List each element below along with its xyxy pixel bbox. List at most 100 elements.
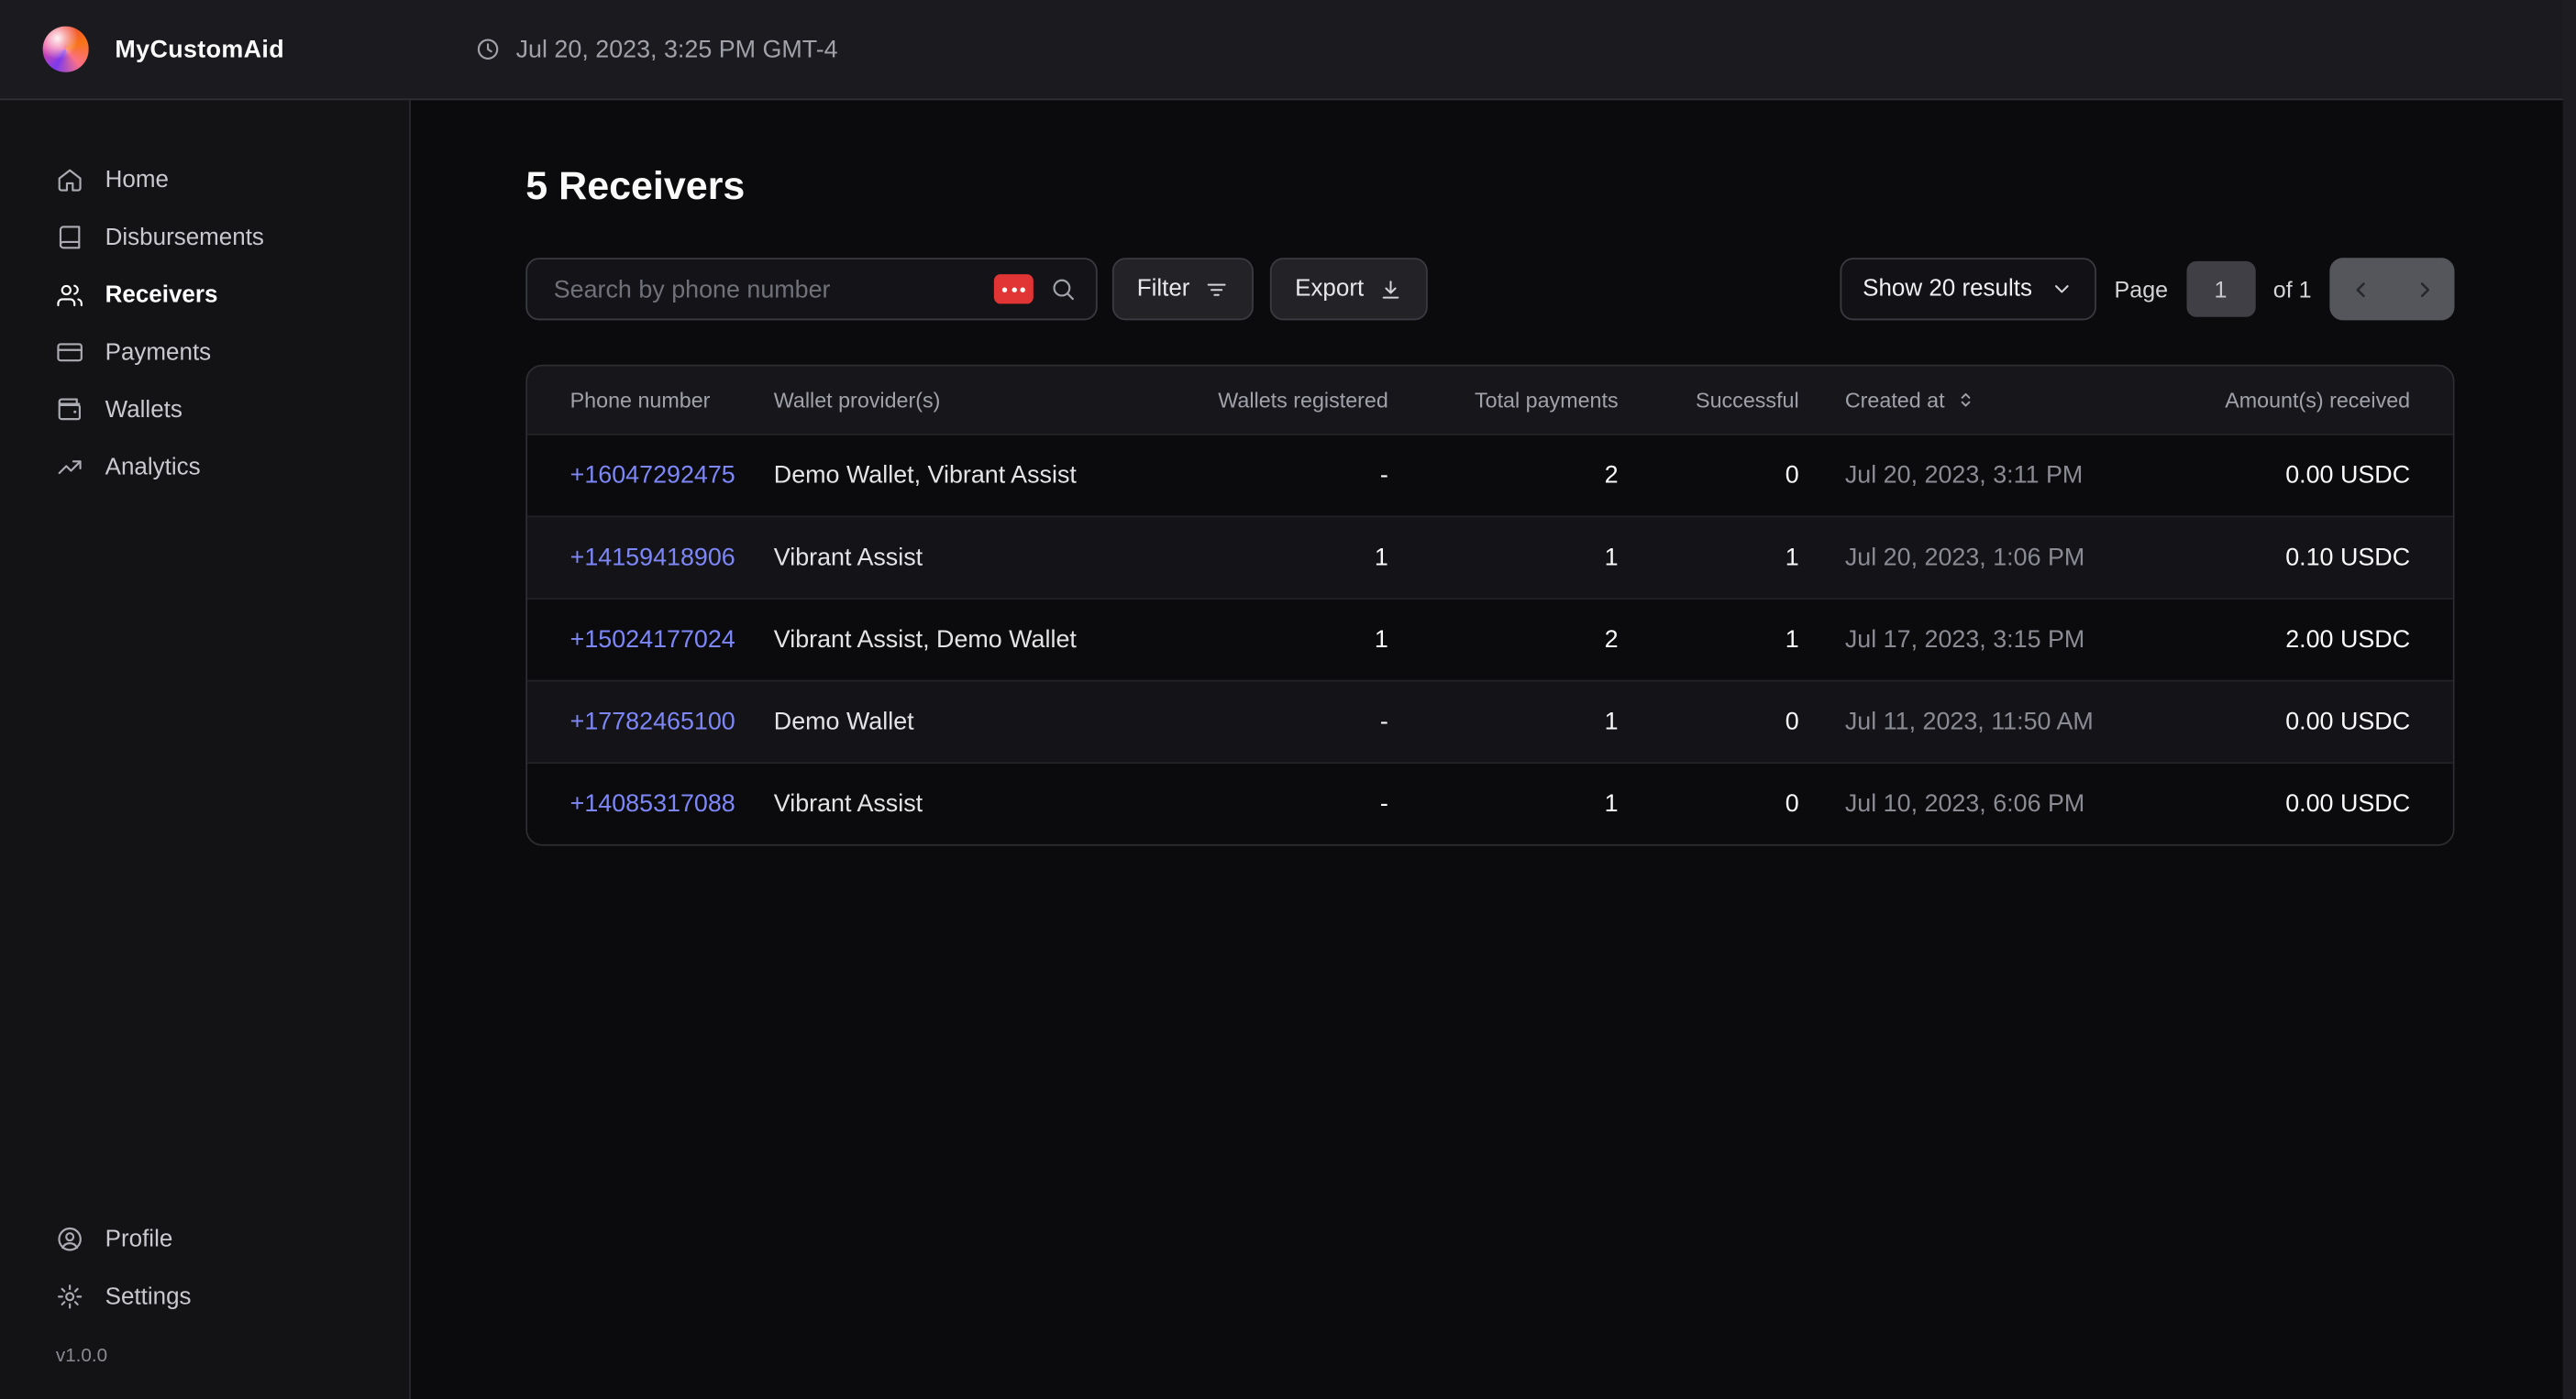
sidebar-item-receivers[interactable]: Receivers: [0, 266, 409, 324]
wallet-providers-cell: Vibrant Assist: [774, 544, 1168, 571]
table-row: +15024177024 Vibrant Assist, Demo Wallet…: [527, 598, 2453, 680]
column-header-amount-received: Amount(s) received: [2203, 388, 2452, 413]
column-header-phone-number: Phone number: [527, 388, 774, 413]
show-results-dropdown[interactable]: Show 20 results: [1840, 258, 2096, 320]
sidebar-item-label: Payments: [105, 339, 212, 366]
topbar: MyCustomAid Jul 20, 2023, 3:25 PM GMT-4: [0, 0, 2576, 100]
wallet-providers-cell: Vibrant Assist: [774, 790, 1168, 818]
created-at-cell: Jul 10, 2023, 6:06 PM: [1799, 790, 2204, 818]
successful-cell: 0: [1619, 461, 1799, 489]
sidebar-item-wallets[interactable]: Wallets: [0, 381, 409, 439]
successful-cell: 1: [1619, 626, 1799, 654]
settings-icon: [56, 1283, 83, 1310]
export-button[interactable]: Export: [1270, 258, 1428, 320]
created-at-cell: Jul 20, 2023, 3:11 PM: [1799, 461, 2204, 489]
profile-icon: [56, 1225, 83, 1252]
total-payments-cell: 1: [1388, 544, 1619, 571]
search-box: [525, 258, 1097, 320]
sidebar: Home Disbursements Receivers Payments Wa…: [0, 100, 411, 1399]
page-label: Page: [2115, 276, 2169, 303]
wallet-providers-cell: Demo Wallet, Vibrant Assist: [774, 461, 1168, 489]
total-payments-cell: 2: [1388, 461, 1619, 489]
scrollbar[interactable]: [2563, 0, 2576, 1399]
created-at-cell: Jul 11, 2023, 11:50 AM: [1799, 708, 2204, 735]
column-header-total-payments: Total payments: [1388, 388, 1619, 413]
payments-icon: [56, 338, 83, 366]
column-header-wallet-providers: Wallet provider(s): [774, 388, 1168, 413]
app-logo: [43, 27, 89, 72]
column-header-wallets-registered: Wallets registered: [1168, 388, 1388, 413]
sidebar-item-label: Wallets: [105, 397, 182, 424]
table-header-row: Phone number Wallet provider(s) Wallets …: [527, 367, 2453, 434]
table-row: +14159418906 Vibrant Assist 1 1 1 Jul 20…: [527, 516, 2453, 599]
disbursements-icon: [56, 224, 83, 251]
wallets-registered-cell: 1: [1168, 626, 1388, 654]
receivers-icon: [56, 281, 83, 308]
sidebar-item-home[interactable]: Home: [0, 151, 409, 209]
sort-icon: [1954, 390, 1975, 411]
pagination-controls: Show 20 results Page of 1: [1840, 258, 2454, 320]
chevron-down-icon: [2051, 278, 2073, 301]
timestamp-text: Jul 20, 2023, 3:25 PM GMT-4: [516, 36, 838, 63]
page-number-input[interactable]: [2186, 261, 2255, 317]
show-results-label: Show 20 results: [1863, 276, 2032, 303]
previous-page-button[interactable]: [2329, 258, 2392, 320]
sidebar-footer: Profile Settings v1.0.0: [0, 1210, 409, 1366]
phone-link[interactable]: +16047292475: [570, 461, 735, 489]
amount-cell: 0.00 USDC: [2203, 708, 2452, 735]
timestamp-group: Jul 20, 2023, 3:25 PM GMT-4: [475, 36, 838, 63]
sidebar-item-label: Profile: [105, 1226, 173, 1252]
successful-cell: 1: [1619, 544, 1799, 571]
total-payments-cell: 2: [1388, 626, 1619, 654]
app-window: MyCustomAid Jul 20, 2023, 3:25 PM GMT-4 …: [0, 0, 2576, 1399]
phone-link[interactable]: +15024177024: [570, 626, 735, 654]
total-payments-cell: 1: [1388, 708, 1619, 735]
wallets-registered-cell: 1: [1168, 544, 1388, 571]
filter-button[interactable]: Filter: [1112, 258, 1254, 320]
receivers-table: Phone number Wallet provider(s) Wallets …: [525, 365, 2454, 846]
wallets-registered-cell: -: [1168, 708, 1388, 735]
chevron-left-icon: [2349, 277, 2373, 302]
sidebar-nav: Home Disbursements Receivers Payments Wa…: [0, 100, 409, 496]
app-version: v1.0.0: [0, 1347, 409, 1366]
created-at-header-label: Created at: [1845, 388, 1945, 413]
home-icon: [56, 166, 83, 193]
total-payments-cell: 1: [1388, 790, 1619, 818]
wallet-providers-cell: Vibrant Assist, Demo Wallet: [774, 626, 1168, 654]
sidebar-item-disbursements[interactable]: Disbursements: [0, 209, 409, 267]
sidebar-item-analytics[interactable]: Analytics: [0, 438, 409, 496]
main-content: 5 Receivers Filter Export: [413, 102, 2576, 1399]
successful-cell: 0: [1619, 790, 1799, 818]
wallets-registered-cell: -: [1168, 461, 1388, 489]
phone-link[interactable]: +14085317088: [570, 790, 735, 818]
sidebar-item-label: Analytics: [105, 454, 201, 480]
phone-link[interactable]: +14159418906: [570, 544, 735, 571]
chevron-right-icon: [2411, 277, 2436, 302]
sidebar-item-settings[interactable]: Settings: [0, 1268, 409, 1326]
sidebar-item-payments[interactable]: Payments: [0, 324, 409, 381]
column-header-created-at[interactable]: Created at: [1799, 388, 2204, 413]
table-body: +16047292475 Demo Wallet, Vibrant Assist…: [527, 434, 2453, 844]
table-row: +17782465100 Demo Wallet - 1 0 Jul 11, 2…: [527, 680, 2453, 763]
amount-cell: 2.00 USDC: [2203, 626, 2452, 654]
sidebar-item-profile[interactable]: Profile: [0, 1210, 409, 1268]
sidebar-item-label: Settings: [105, 1283, 192, 1310]
sidebar-item-label: Receivers: [105, 281, 218, 308]
sidebar-item-label: Home: [105, 167, 169, 193]
search-icon[interactable]: [1050, 276, 1077, 303]
download-icon: [1378, 277, 1403, 302]
created-at-cell: Jul 20, 2023, 1:06 PM: [1799, 544, 2204, 571]
wallet-providers-cell: Demo Wallet: [774, 708, 1168, 735]
amount-cell: 0.10 USDC: [2203, 544, 2452, 571]
successful-cell: 0: [1619, 708, 1799, 735]
wallets-icon: [56, 396, 83, 424]
wallets-registered-cell: -: [1168, 790, 1388, 818]
column-header-successful: Successful: [1619, 388, 1799, 413]
clock-icon: [475, 36, 502, 62]
filter-lines-icon: [1205, 277, 1230, 302]
red-dots-badge-icon[interactable]: [994, 274, 1034, 303]
next-page-button[interactable]: [2392, 258, 2454, 320]
search-input[interactable]: [550, 273, 994, 304]
export-button-label: Export: [1295, 276, 1364, 303]
phone-link[interactable]: +17782465100: [570, 708, 735, 735]
